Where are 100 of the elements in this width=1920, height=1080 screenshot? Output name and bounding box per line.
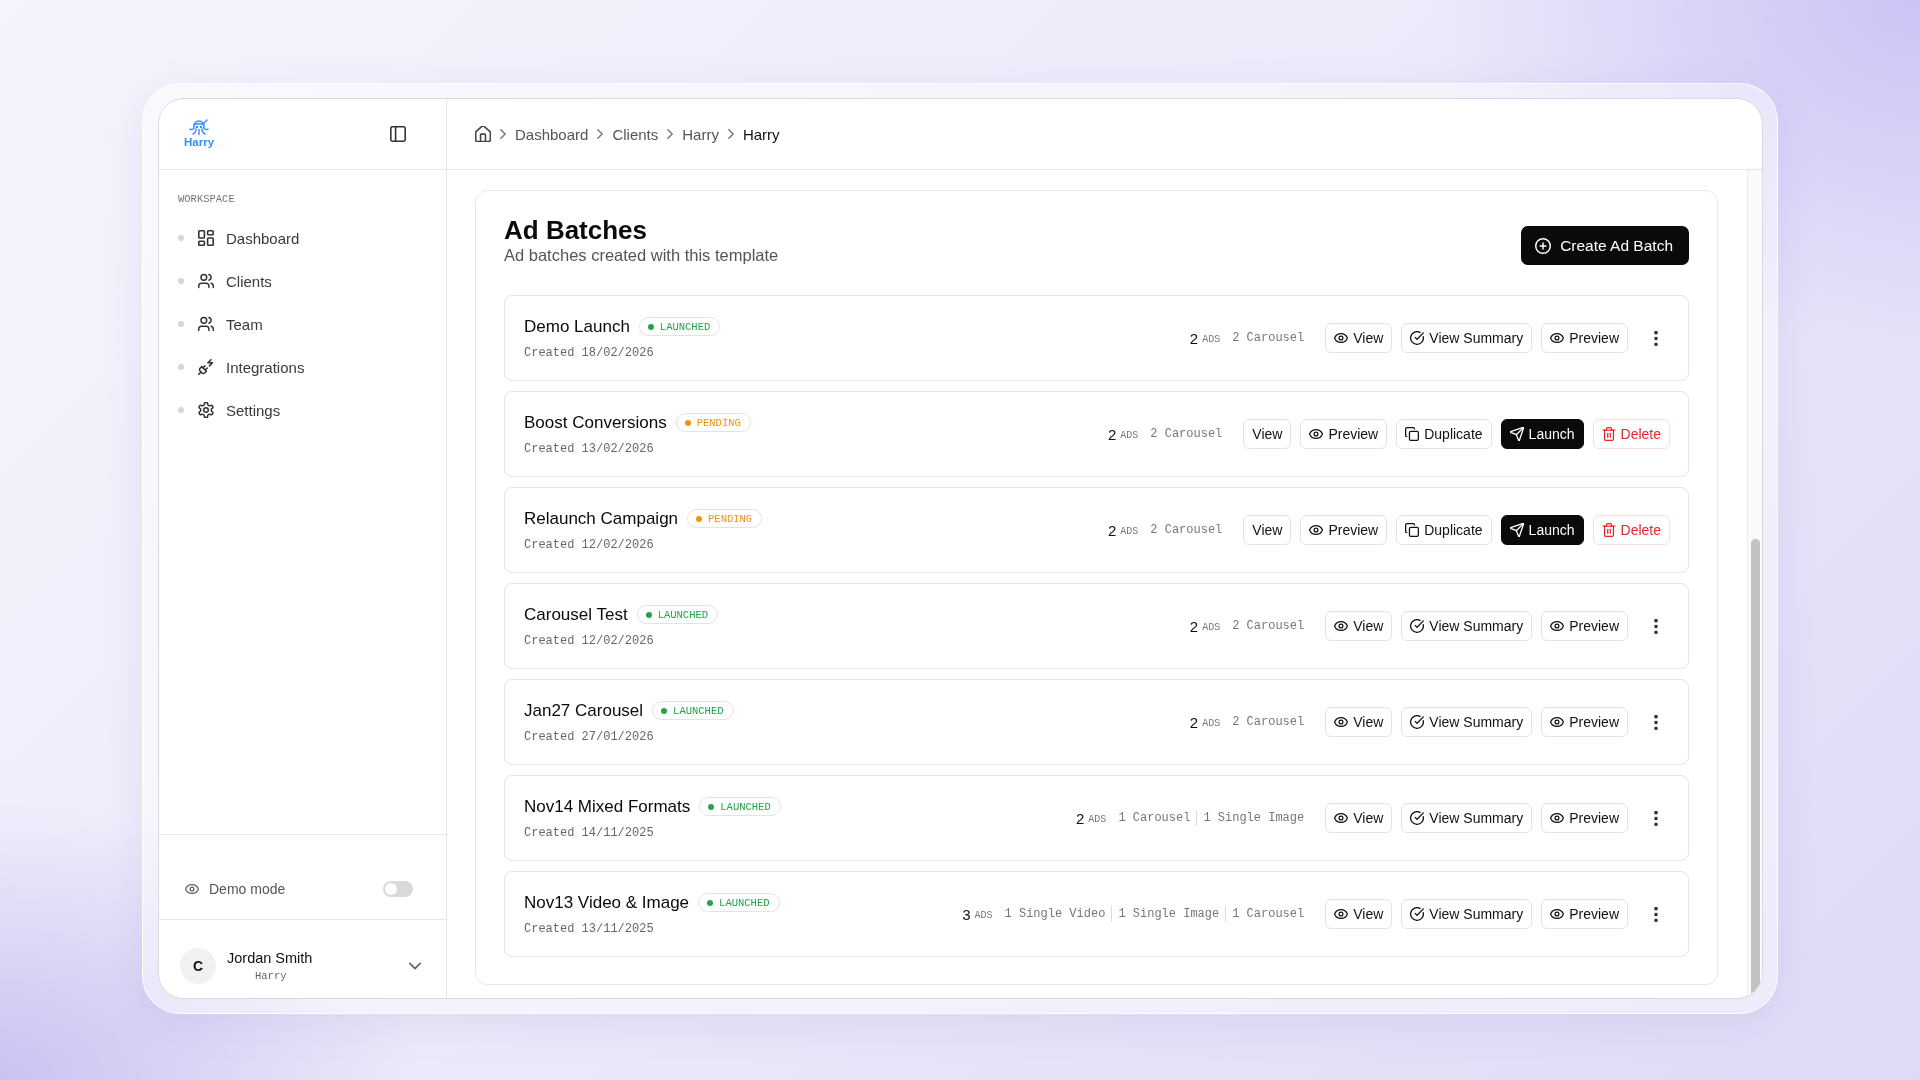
ad-count-unit: ADS (1202, 621, 1221, 633)
dots-vertical-icon (1654, 618, 1658, 634)
octopus-logo-icon (189, 119, 210, 136)
chevron-right-icon (727, 129, 734, 139)
eye-icon (1550, 619, 1565, 633)
preview-button[interactable]: Preview (1300, 419, 1388, 449)
check-circle-icon (1410, 811, 1425, 825)
eye-icon (1334, 331, 1349, 345)
home-link[interactable] (475, 126, 491, 142)
delete-button[interactable]: Delete (1592, 419, 1670, 449)
eye-icon (185, 882, 199, 896)
toggle-switch[interactable] (383, 881, 413, 897)
bullet-dot-icon (178, 321, 184, 327)
dots-vertical-icon (1654, 810, 1658, 826)
format-label: 2 Carousel (1150, 523, 1223, 537)
eye-icon (1334, 907, 1349, 921)
send-icon (1509, 427, 1524, 441)
created-date: Created 13/11/2025 (524, 920, 655, 937)
view-button[interactable]: View (1325, 323, 1393, 353)
status-label: LAUNCHED (659, 320, 711, 333)
chevron-right-icon (597, 129, 604, 139)
preview-button[interactable]: Preview (1541, 803, 1628, 833)
bullet-dot-icon (178, 278, 184, 284)
batch-name: Demo Launch (524, 315, 630, 338)
user-menu-button[interactable] (409, 960, 421, 972)
check-circle-icon (1410, 907, 1425, 921)
preview-button[interactable]: Preview (1300, 515, 1388, 545)
view-summary-button[interactable]: View Summary (1401, 707, 1533, 737)
ad-count: 2 (1107, 425, 1117, 443)
trash-icon (1601, 523, 1616, 537)
launch-button[interactable]: Launch (1500, 419, 1584, 449)
duplicate-button[interactable]: Duplicate (1396, 515, 1492, 545)
view-button[interactable]: View (1243, 515, 1292, 545)
dots-vertical-icon (1654, 906, 1658, 922)
ad-count-unit: ADS (1202, 333, 1221, 345)
breadcrumb-link[interactable]: Dashboard (515, 125, 589, 143)
create-ad-batch-button[interactable]: Create Ad Batch (1521, 226, 1689, 265)
sidebar-toggle-button[interactable] (390, 126, 406, 142)
duplicate-button[interactable]: Duplicate (1396, 419, 1492, 449)
ad-count: 2 (1189, 617, 1199, 635)
view-button[interactable]: View (1325, 707, 1393, 737)
view-button[interactable]: View (1325, 899, 1393, 929)
current-page-label: Harry (742, 125, 780, 143)
preview-button[interactable]: Preview (1541, 707, 1628, 737)
user-name: Jordan Smith (227, 949, 313, 967)
eye-icon (1334, 811, 1349, 825)
layout-grid-icon (198, 230, 214, 246)
launch-button[interactable]: Launch (1500, 515, 1584, 545)
dots-vertical-icon (1654, 330, 1658, 346)
copy-icon (1405, 427, 1420, 441)
format-label: 1 Single Image (1118, 907, 1220, 921)
ad-count-unit: ADS (1202, 717, 1221, 729)
format-label: 2 Carousel (1150, 427, 1223, 441)
plug-icon (198, 359, 214, 375)
view-summary-button[interactable]: View Summary (1401, 323, 1533, 353)
batch-name: Carousel Test (524, 603, 628, 626)
users-icon (198, 273, 214, 289)
ad-count-unit: ADS (1120, 429, 1139, 441)
view-summary-button[interactable]: View Summary (1401, 611, 1533, 641)
check-circle-icon (1410, 331, 1425, 345)
view-button[interactable]: View (1243, 419, 1292, 449)
bullet-dot-icon (178, 235, 184, 241)
demo-mode-label: Demo mode (209, 880, 287, 899)
status-label: PENDING (696, 416, 741, 429)
page-subtitle: Ad batches created with this template (504, 245, 779, 265)
status-label: LAUNCHED (720, 800, 771, 813)
sidebar-panel-icon (390, 126, 406, 142)
eye-icon (1309, 523, 1324, 537)
preview-button[interactable]: Preview (1541, 899, 1628, 929)
delete-button[interactable]: Delete (1592, 515, 1670, 545)
status-label: LAUNCHED (719, 896, 770, 909)
eye-icon (1334, 619, 1349, 633)
sidebar-item[interactable]: Dashboard (170, 220, 430, 256)
created-date: Created 14/11/2025 (524, 824, 655, 841)
created-date: Created 27/01/2026 (524, 728, 655, 745)
view-summary-button[interactable]: View Summary (1401, 803, 1533, 833)
eye-icon (1309, 427, 1324, 441)
dots-vertical-icon (1654, 714, 1658, 730)
preview-button[interactable]: Preview (1541, 611, 1628, 641)
sidebar-item[interactable]: Team (170, 306, 430, 342)
batch-name: Relaunch Campaign (524, 507, 679, 530)
user-workspace: Harry (255, 969, 287, 983)
ad-count: 2 (1076, 809, 1085, 827)
ad-count: 2 (1189, 329, 1199, 347)
sidebar-item[interactable]: Integrations (170, 349, 430, 385)
ad-count: 2 (1107, 521, 1117, 539)
status-label: PENDING (708, 512, 753, 525)
breadcrumb-link[interactable]: Clients (612, 125, 659, 143)
view-button[interactable]: View (1325, 611, 1393, 641)
created-date: Created 13/02/2026 (524, 440, 655, 457)
preview-button[interactable]: Preview (1541, 323, 1628, 353)
sidebar-item[interactable]: Clients (170, 263, 430, 299)
eye-icon (1550, 331, 1565, 345)
view-button[interactable]: View (1325, 803, 1393, 833)
avatar: C (180, 948, 216, 984)
eye-icon (1550, 811, 1565, 825)
view-summary-button[interactable]: View Summary (1401, 899, 1533, 929)
eye-icon (1334, 715, 1349, 729)
sidebar-item[interactable]: Settings (170, 392, 430, 428)
breadcrumb-link[interactable]: Harry (682, 125, 719, 143)
